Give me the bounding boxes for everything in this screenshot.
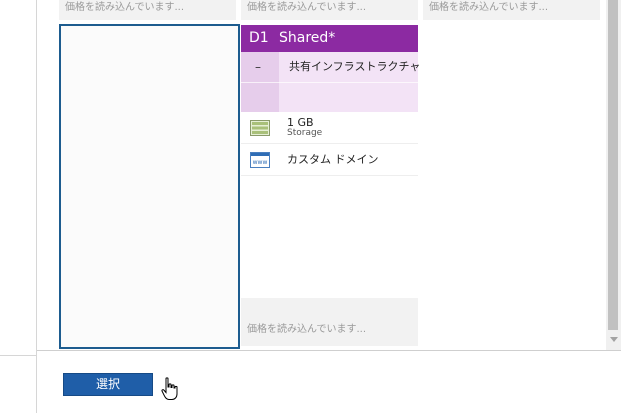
tier-card-f1-free[interactable]: F1 Free – 共有インフラストラクチャ 1 GB Storage 価格を読… (59, 25, 239, 346)
feature-dash: – (255, 60, 261, 74)
feature-block: – 共有インフラストラクチャ (59, 52, 239, 112)
vertical-scrollbar[interactable] (606, 0, 621, 350)
svg-text:www: www (253, 159, 268, 166)
loading-text: 価格を読み込んでいます... (65, 324, 185, 335)
storage-icon (250, 120, 270, 140)
loading-text: 価格を読み込んでいます... (247, 2, 367, 13)
scroll-down-arrow-icon[interactable] (610, 337, 618, 342)
custom-domain-icon: www (250, 152, 270, 172)
hand-cursor-icon (161, 377, 179, 405)
card-footer: 価格を読み込んでいます... (59, 298, 236, 346)
card-blank-area (59, 144, 236, 298)
feature-text: 共有インフラストラクチャ (289, 60, 421, 73)
feature-divider (241, 82, 418, 83)
custom-domain-label: カスタム ドメイン (287, 153, 379, 166)
footer-divider (37, 350, 621, 351)
feature-text: 共有インフラストラクチャ (107, 60, 239, 73)
left-pane-divider (0, 355, 36, 356)
feature-block: – 共有インフラストラクチャ (241, 52, 421, 112)
card-header: D1 Shared* (241, 25, 418, 52)
feature-dash: – (73, 60, 79, 74)
storage-label: Storage (287, 128, 323, 138)
left-pane (0, 0, 37, 413)
storage-row: 1 GB Storage (59, 112, 236, 144)
tier-code: D1 (249, 30, 269, 46)
select-button[interactable]: 選択 (63, 373, 153, 396)
tier-name: Shared* (279, 30, 336, 46)
custom-domain-row: www カスタム ドメイン (241, 144, 418, 176)
top-card-2[interactable]: 価格を読み込んでいます... (241, 0, 418, 20)
loading-text: 価格を読み込んでいます... (65, 2, 185, 13)
tier-name: Free (97, 30, 127, 46)
top-card-3[interactable]: 価格を読み込んでいます... (423, 0, 600, 20)
main-panel: 価格を読み込んでいます... 価格を読み込んでいます... 価格を読み込んでいま… (37, 0, 621, 413)
card-blank-area (241, 176, 418, 298)
scrollbar-thumb[interactable] (608, 0, 618, 330)
pricing-tier-grid: 価格を読み込んでいます... 価格を読み込んでいます... 価格を読み込んでいま… (37, 0, 606, 350)
loading-text: 価格を読み込んでいます... (247, 324, 367, 335)
storage-row: 1 GB Storage (241, 112, 418, 144)
tier-card-d1-shared[interactable]: D1 Shared* – 共有インフラストラクチャ 1 GB Storage w… (241, 25, 421, 346)
card-header: F1 Free (59, 25, 236, 52)
tier-code: F1 (67, 30, 84, 46)
top-card-1[interactable]: 価格を読み込んでいます... (59, 0, 236, 20)
storage-icon (68, 120, 88, 140)
feature-divider (59, 82, 236, 83)
storage-label: Storage (105, 128, 141, 138)
card-footer: 価格を読み込んでいます... (241, 298, 418, 346)
loading-text: 価格を読み込んでいます... (429, 2, 549, 13)
